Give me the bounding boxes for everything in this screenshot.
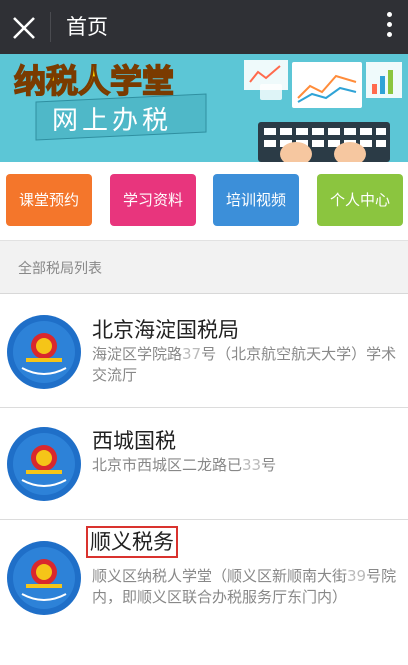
nav-button-row: 课堂预约 学习资料 培训视频 个人中心 (0, 162, 408, 240)
banner-subtitle: 网上办税 (52, 106, 172, 136)
tax-emblem-icon (6, 426, 82, 502)
highlight-box: 顺义税务 (86, 526, 178, 558)
appointment-button[interactable]: 课堂预约 (6, 174, 92, 226)
bureau-list: 北京海淀国税局 海淀区学院路37号（北京航空航天大学）学术交流厅 西城国税 北京… (0, 294, 408, 665)
list-item[interactable]: 北京海淀国税局 海淀区学院路37号（北京航空航天大学）学术交流厅 (0, 294, 408, 408)
personal-center-button[interactable]: 个人中心 (317, 174, 403, 226)
section-header: 全部税局列表 (0, 240, 408, 294)
training-videos-button[interactable]: 培训视频 (213, 174, 299, 226)
bureau-address: 北京市西城区二龙路已33号 (92, 456, 277, 474)
close-icon[interactable] (8, 9, 40, 45)
more-options-icon[interactable] (384, 12, 394, 42)
banner-illustration: 纳税人学堂 网上办税 (0, 54, 408, 162)
list-item[interactable]: 顺义税务 顺义区纳税人学堂（顺义区新顺南大街39号院 内，即顺义区联合办税服务厅… (0, 520, 408, 665)
header-divider (50, 12, 51, 42)
bureau-name: 北京海淀国税局 (92, 318, 239, 342)
study-materials-button[interactable]: 学习资料 (110, 174, 196, 226)
bureau-name-highlighted: 顺义税务 (86, 526, 178, 558)
banner: 纳税人学堂 网上办税 (0, 54, 408, 162)
top-bar: 首页 (0, 0, 408, 54)
section-label: 全部税局列表 (18, 261, 102, 277)
bureau-name: 西城国税 (92, 429, 176, 453)
tax-emblem-icon (6, 314, 82, 390)
bureau-address: 海淀区学院路37号（北京航空航天大学）学术交流厅 (92, 345, 397, 384)
tax-emblem-icon (6, 540, 82, 616)
bureau-address: 顺义区纳税人学堂（顺义区新顺南大街39号院 内，即顺义区联合办税服务厅东门内） (92, 567, 397, 606)
banner-headline: 纳税人学堂 (14, 62, 174, 100)
page-title: 首页 (66, 15, 108, 39)
list-item[interactable]: 西城国税 北京市西城区二龙路已33号 (0, 408, 408, 520)
